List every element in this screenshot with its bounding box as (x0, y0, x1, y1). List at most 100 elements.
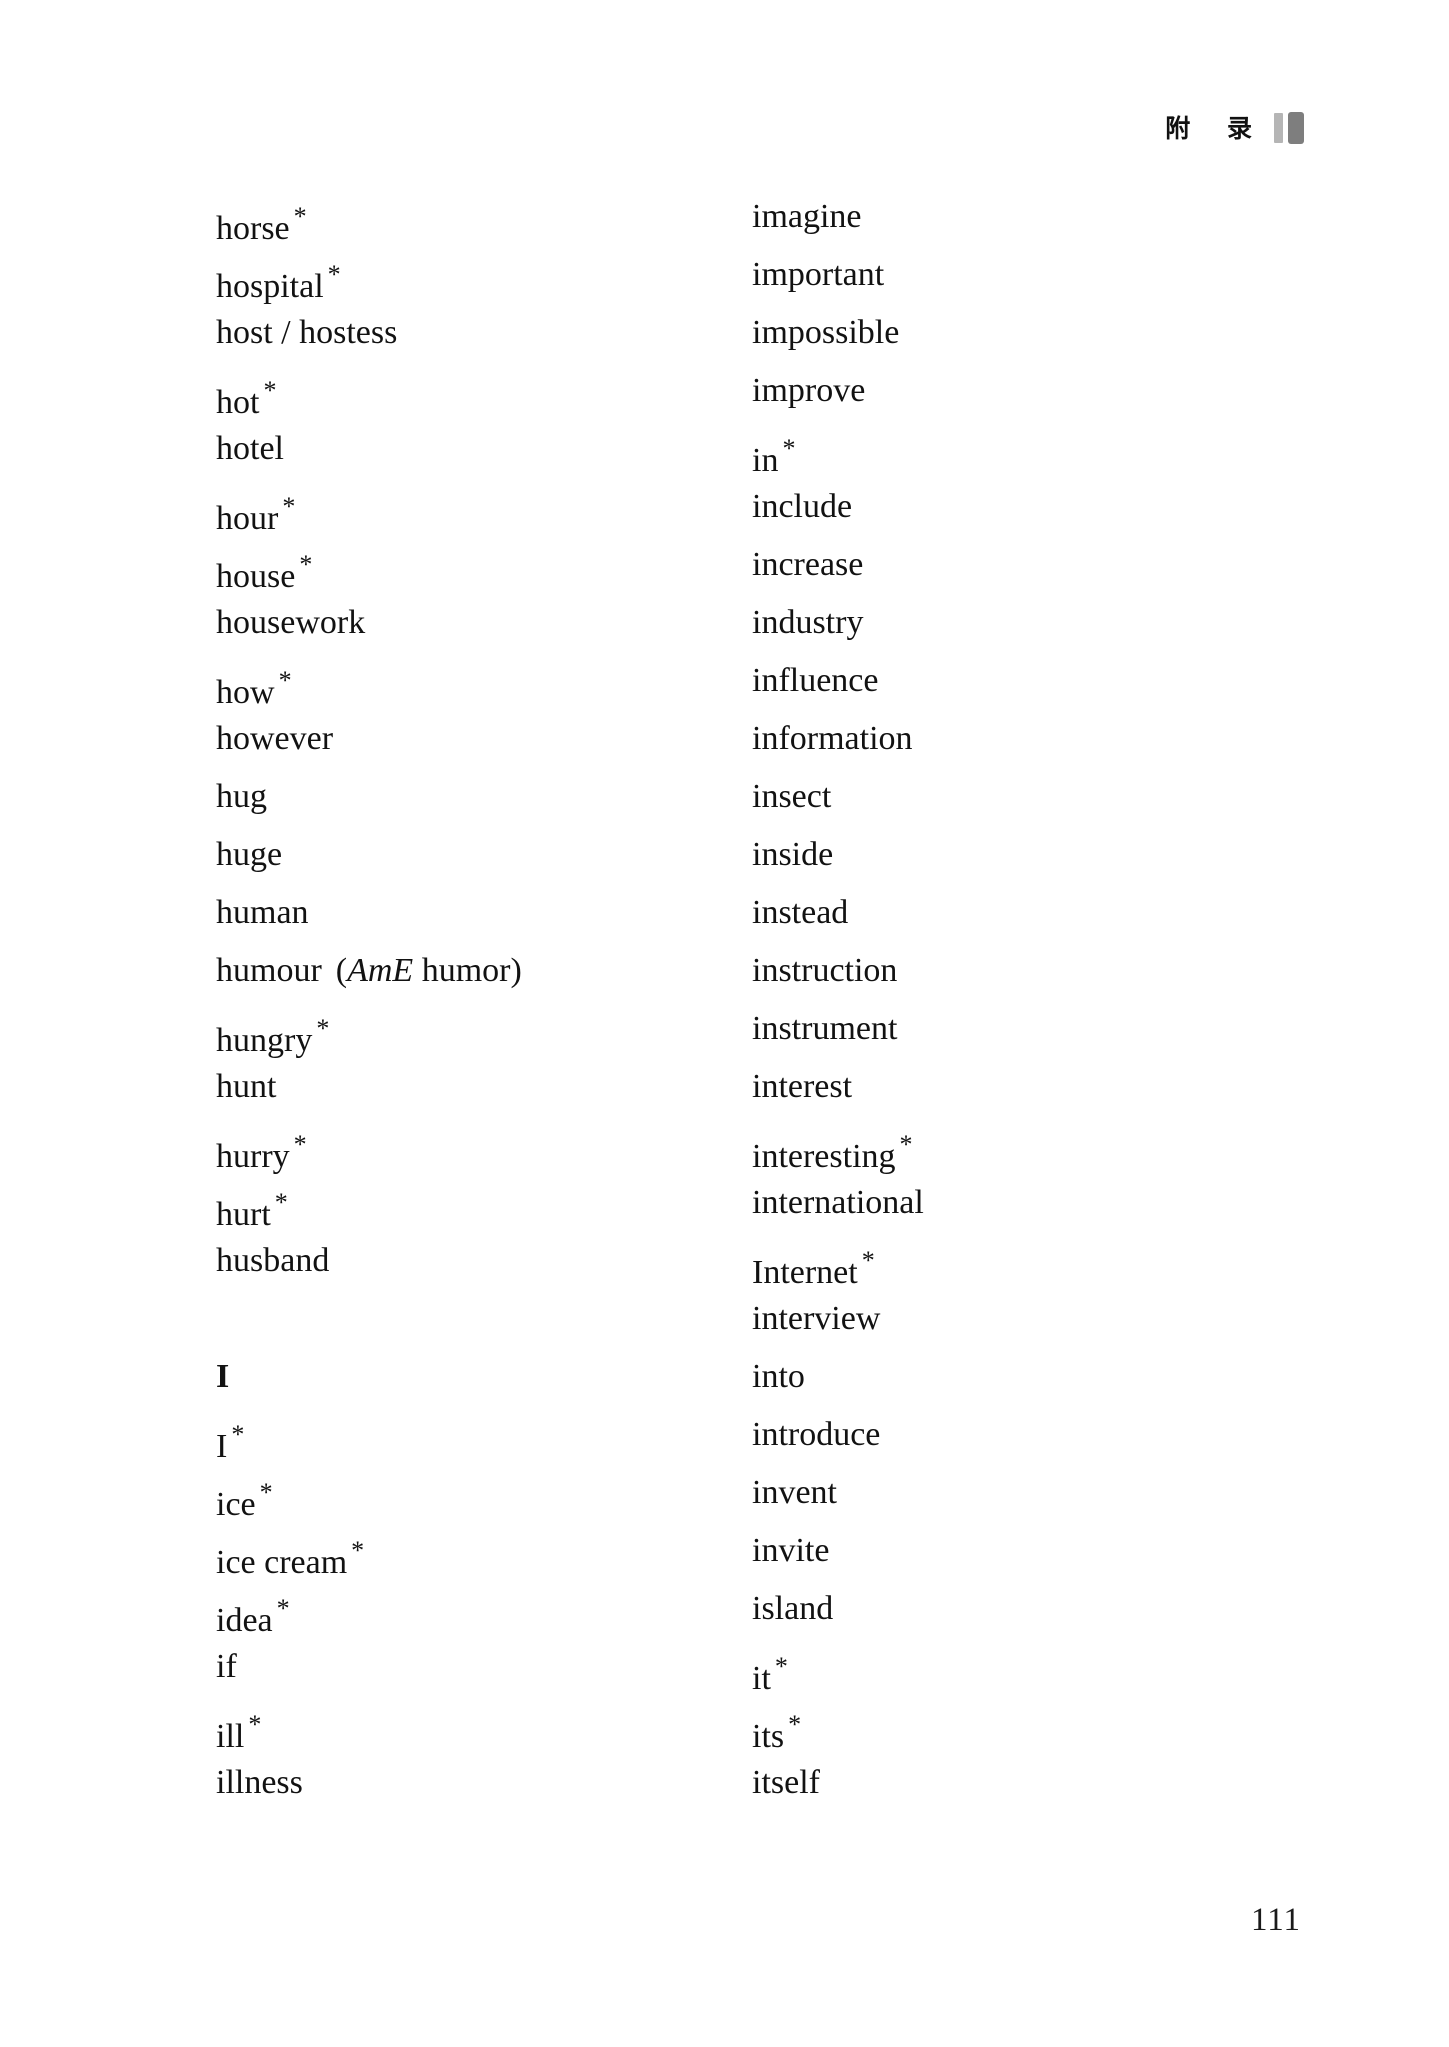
word-text: introduce (752, 1416, 881, 1453)
word-text: instrument (752, 1010, 898, 1047)
word-entry: house * (216, 536, 752, 595)
word-text: hungry (216, 1022, 313, 1059)
asterisk-marker-icon: * (293, 1130, 307, 1159)
word-entry: human (216, 884, 752, 942)
word-entry: ice * (216, 1464, 752, 1523)
word-entry: hunt (216, 1058, 752, 1116)
word-text: invent (752, 1474, 837, 1511)
word-text: idea (216, 1602, 273, 1639)
word-entry: huge (216, 826, 752, 884)
word-entry: how * (216, 652, 752, 711)
word-text: Internet (752, 1254, 858, 1291)
word-entry: illness (216, 1754, 752, 1812)
word-text: interest (752, 1068, 853, 1105)
word-entry: inside (752, 826, 1272, 884)
appendix-page: 附 录 horse * hospital * host / hostess hot * hot… (0, 0, 1449, 2047)
word-text: imagine (752, 198, 862, 235)
word-entry: if (216, 1638, 752, 1696)
word-entry: interview (752, 1290, 1272, 1348)
word-text: instead (752, 894, 849, 931)
variant-locale-tag: AmE (347, 952, 414, 989)
word-entry: ill * (216, 1696, 752, 1755)
word-text: invite (752, 1532, 830, 1569)
asterisk-marker-icon: * (278, 666, 292, 695)
word-text: I (216, 1358, 230, 1395)
word-text: huge (216, 836, 283, 873)
asterisk-marker-icon: * (782, 434, 796, 463)
word-text: horse (216, 210, 290, 247)
header-bar-light-icon (1274, 113, 1283, 143)
word-text: it (752, 1660, 771, 1697)
word-text: housework (216, 604, 366, 641)
word-text: husband (216, 1242, 330, 1279)
word-list-column-left: horse * hospital * host / hostess hot * hotel ho… (216, 188, 752, 1812)
word-text: insect (752, 778, 832, 815)
asterisk-marker-icon: * (788, 1710, 802, 1739)
word-entry: however (216, 710, 752, 768)
word-text: itself (752, 1764, 820, 1801)
word-text: information (752, 720, 913, 757)
word-text: illness (216, 1764, 303, 1801)
variant-word: humor (413, 952, 511, 989)
word-entry: information (752, 710, 1272, 768)
word-entry: into (752, 1348, 1272, 1406)
word-text: its (752, 1718, 785, 1755)
asterisk-marker-icon: * (259, 1478, 273, 1507)
section-title: 附 录 (1165, 113, 1266, 143)
word-text: island (752, 1590, 834, 1627)
word-entry: interesting * (752, 1116, 1272, 1175)
word-text: hot (216, 384, 260, 421)
word-text: influence (752, 662, 879, 699)
word-entry: imagine (752, 188, 1272, 246)
header-bar-decoration (1274, 112, 1304, 144)
word-entry: instrument (752, 1000, 1272, 1058)
word-entry: insect (752, 768, 1272, 826)
word-text: house (216, 558, 296, 595)
asterisk-marker-icon: * (248, 1710, 262, 1739)
word-entry: hurt * (216, 1174, 752, 1233)
asterisk-marker-icon: * (327, 260, 341, 289)
word-list-column-right: imagine important impossible improve in * incl… (752, 188, 1272, 1812)
word-entry: invent (752, 1464, 1272, 1522)
asterisk-marker-icon: * (861, 1246, 875, 1275)
word-entry: hungry * (216, 1000, 752, 1059)
word-entry: invite (752, 1522, 1272, 1580)
word-entry: ice cream * (216, 1522, 752, 1581)
asterisk-marker-icon: * (231, 1420, 245, 1449)
word-text: interview (752, 1300, 881, 1337)
asterisk-marker-icon: * (774, 1652, 788, 1681)
word-entry: I * (216, 1406, 752, 1465)
word-text: hotel (216, 430, 284, 467)
word-entry: idea * (216, 1580, 752, 1639)
word-entry: husband (216, 1232, 752, 1290)
variant-note: (AmE humor) (336, 952, 522, 989)
word-entry: impossible (752, 304, 1272, 362)
page-number: 111 (1250, 1902, 1301, 1938)
word-entry: instead (752, 884, 1272, 942)
word-entry: hug (216, 768, 752, 826)
asterisk-marker-icon: * (899, 1130, 913, 1159)
asterisk-marker-icon: * (299, 550, 313, 579)
asterisk-marker-icon: * (316, 1014, 330, 1043)
word-entry: itself (752, 1754, 1272, 1812)
word-text: hug (216, 778, 267, 815)
word-entry: influence (752, 652, 1272, 710)
word-text: instruction (752, 952, 898, 989)
word-text: if (216, 1648, 237, 1685)
word-text: how (216, 674, 275, 711)
word-entry: hour * (216, 478, 752, 537)
word-text: industry (752, 604, 864, 641)
word-entry: its * (752, 1696, 1272, 1755)
word-text: ice (216, 1486, 256, 1523)
word-entry: include (752, 478, 1272, 536)
word-text: I (216, 1428, 228, 1465)
word-text: inside (752, 836, 834, 873)
word-text: hurt (216, 1196, 271, 1233)
word-entry: industry (752, 594, 1272, 652)
letter-section-heading: I (216, 1348, 752, 1406)
word-entry: horse * (216, 188, 752, 247)
word-text: ice cream (216, 1544, 348, 1581)
asterisk-marker-icon: * (263, 376, 277, 405)
word-text: hour (216, 500, 279, 537)
word-text: human (216, 894, 309, 931)
